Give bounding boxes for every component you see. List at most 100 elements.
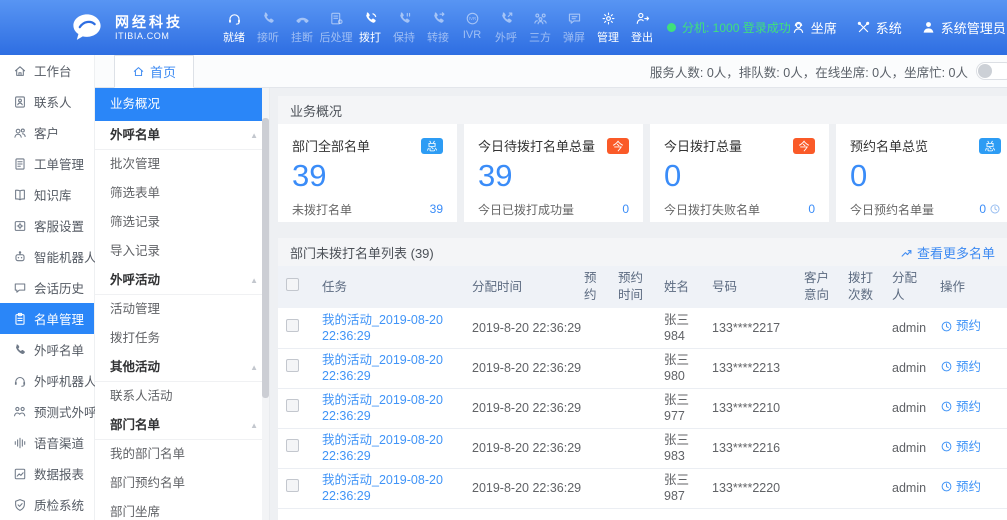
submenu-item-批次管理[interactable]: 批次管理 (95, 150, 269, 179)
quality-check-icon (13, 498, 27, 512)
call-control-manage-button[interactable]: 管理 (591, 11, 625, 45)
outbound-robot-icon (13, 374, 27, 388)
topbar-menu-admin[interactable]: 系统管理员▼ (921, 18, 1007, 37)
call-control-threeway-button[interactable]: 三方 (523, 11, 557, 45)
column-header: 姓名 (656, 266, 704, 308)
submenu-header-外呼名单[interactable]: 外呼名单▲ (95, 121, 269, 150)
robot-icon (13, 250, 27, 264)
admin-icon (921, 20, 936, 35)
sidebar-item-knowledge[interactable]: 知识库 (0, 179, 94, 210)
dial-icon (363, 11, 378, 26)
task-link[interactable]: 我的活动_2019-08-2022:36:29 (322, 473, 443, 503)
call-control-afterwork-button[interactable]: 后处理 (319, 11, 353, 45)
phone-cell: 133****2216 (704, 428, 796, 468)
sidebar-item-voice-channel[interactable]: 语音渠道 (0, 427, 94, 458)
topbar-menu-agent[interactable]: 坐席 (791, 18, 837, 37)
intent-cell (796, 508, 840, 520)
sidebar-item-list-mgmt[interactable]: 名单管理 (0, 303, 94, 334)
submenu-item-导入记录[interactable]: 导入记录 (95, 237, 269, 266)
name-cell: 张三987 (656, 468, 704, 508)
screenpop-icon (567, 11, 582, 26)
sidebar-item-customers[interactable]: 客户 (0, 117, 94, 148)
sidebar-item-chat-history[interactable]: 会话历史 (0, 272, 94, 303)
call-control-answer-button[interactable]: 接听 (251, 11, 285, 45)
outbound-list-icon (13, 343, 27, 357)
submenu-item-活动管理[interactable]: 活动管理 (95, 295, 269, 324)
predictive-dial-icon (13, 405, 27, 419)
submenu-item-筛选表单[interactable]: 筛选表单 (95, 179, 269, 208)
column-header: 分配人 (884, 266, 932, 308)
call-control-logout-button[interactable]: 登出 (625, 11, 659, 45)
submenu-scrollbar[interactable] (262, 88, 269, 520)
sidebar-item-outbound-list[interactable]: 外呼名单 (0, 334, 94, 365)
reserve-time-cell (610, 468, 656, 508)
submenu-item-部门预约名单[interactable]: 部门预约名单 (95, 469, 269, 498)
reserve-action-link[interactable]: 预约 (940, 479, 981, 495)
stat-card-value: 0 (850, 158, 1001, 194)
submenu-panel: 业务概况外呼名单▲批次管理筛选表单筛选记录导入记录外呼活动▲活动管理拨打任务其他… (95, 88, 270, 520)
stat-card-badge: 总 (979, 138, 1001, 154)
topbar-menu-tools[interactable]: 系统 (856, 18, 902, 37)
row-checkbox[interactable] (286, 439, 299, 452)
task-link[interactable]: 我的活动_2019-08-2022:36:29 (322, 353, 443, 383)
assign-time-cell (464, 508, 576, 520)
submenu-scrollbar-thumb[interactable] (262, 118, 269, 398)
submenu-item-我的部门名单[interactable]: 我的部门名单 (95, 440, 269, 469)
call-control-ready-button[interactable]: 就绪 (217, 11, 251, 45)
submenu-item-筛选记录[interactable]: 筛选记录 (95, 208, 269, 237)
submenu-header-其他活动[interactable]: 其他活动▲ (95, 353, 269, 382)
assignee-cell: admin (884, 348, 932, 388)
call-control-ivr-button[interactable]: IVRIVR (455, 11, 489, 45)
select-all-checkbox[interactable] (286, 278, 299, 291)
sidebar-item-service-settings[interactable]: 客服设置 (0, 210, 94, 241)
sidebar-item-outbound-robot[interactable]: 外呼机器人 (0, 365, 94, 396)
reserve-action-link[interactable]: 预约 (940, 439, 981, 455)
submenu-item-部门坐席[interactable]: 部门坐席 (95, 498, 269, 520)
brand-name: 网经科技 (115, 14, 183, 32)
sidebar-item-home[interactable]: 工作台 (0, 55, 94, 86)
clock-icon (940, 400, 953, 413)
row-checkbox[interactable] (286, 399, 299, 412)
stat-card-title: 今日待拨打名单总量 (478, 136, 595, 155)
agent-icon (791, 20, 806, 35)
call-control-outbound-button[interactable]: 外呼 (489, 11, 523, 45)
reserve-action-link[interactable]: 预约 (940, 399, 981, 415)
brand-logo[interactable]: 网经科技 ITIBIA.COM (68, 11, 183, 45)
reserve-action-link[interactable]: 预约 (940, 359, 981, 375)
submenu-header-部门名单[interactable]: 部门名单▲ (95, 411, 269, 440)
task-link[interactable]: 我的活动_2019-08-2022:36:29 (322, 433, 443, 463)
task-link[interactable]: 我的活动_2019-08-2022:36:29 (322, 313, 443, 343)
call-control-hold-button[interactable]: 保持 (387, 11, 421, 45)
stat-card-sub-label: 今日预约名单量 (850, 201, 934, 218)
submenu-item-业务概况[interactable]: 业务概况 (95, 88, 269, 121)
call-control-hangup-button[interactable]: 挂断 (285, 11, 319, 45)
sidebar-item-data-report[interactable]: 数据报表 (0, 458, 94, 489)
row-checkbox[interactable] (286, 479, 299, 492)
sidebar-item-contact-book[interactable]: 联系人 (0, 86, 94, 117)
submenu-header-外呼活动[interactable]: 外呼活动▲ (95, 266, 269, 295)
submenu-item-拨打任务[interactable]: 拨打任务 (95, 324, 269, 353)
reserve-action-link[interactable]: 预约 (940, 318, 981, 334)
topbar-menus: 坐席系统系统管理员▼ (791, 18, 1007, 37)
overview-title: 业务概况 (278, 96, 1007, 124)
call-control-dial-button[interactable]: 拨打 (353, 11, 387, 45)
call-control-transfer-button[interactable]: 转接 (421, 11, 455, 45)
submenu-item-联系人活动[interactable]: 联系人活动 (95, 382, 269, 411)
collapse-up-icon: ▲ (250, 411, 258, 440)
name-cell: 张三980 (656, 348, 704, 388)
task-link[interactable]: 我的活动_2019-08-2022:36:29 (322, 393, 443, 423)
tab-home[interactable]: 首页 (114, 55, 194, 88)
sidebar-item-predictive-dial[interactable]: 预测式外呼 (0, 396, 94, 427)
sidebar-item-quality-check[interactable]: 质检系统 (0, 489, 94, 520)
row-checkbox[interactable] (286, 319, 299, 332)
call-control-screenpop-button[interactable]: 弹屏 (557, 11, 591, 45)
row-checkbox[interactable] (286, 359, 299, 372)
transfer-icon (431, 11, 446, 26)
status-toggle[interactable] (976, 62, 1007, 80)
view-more-link[interactable]: 查看更多名单 (900, 243, 995, 262)
threeway-icon (533, 11, 548, 26)
reserve-time-cell (610, 428, 656, 468)
sidebar-item-robot[interactable]: 智能机器人 (0, 241, 94, 272)
sidebar-item-ticket[interactable]: 工单管理 (0, 148, 94, 179)
stat-card-title: 预约名单总览 (850, 136, 928, 155)
